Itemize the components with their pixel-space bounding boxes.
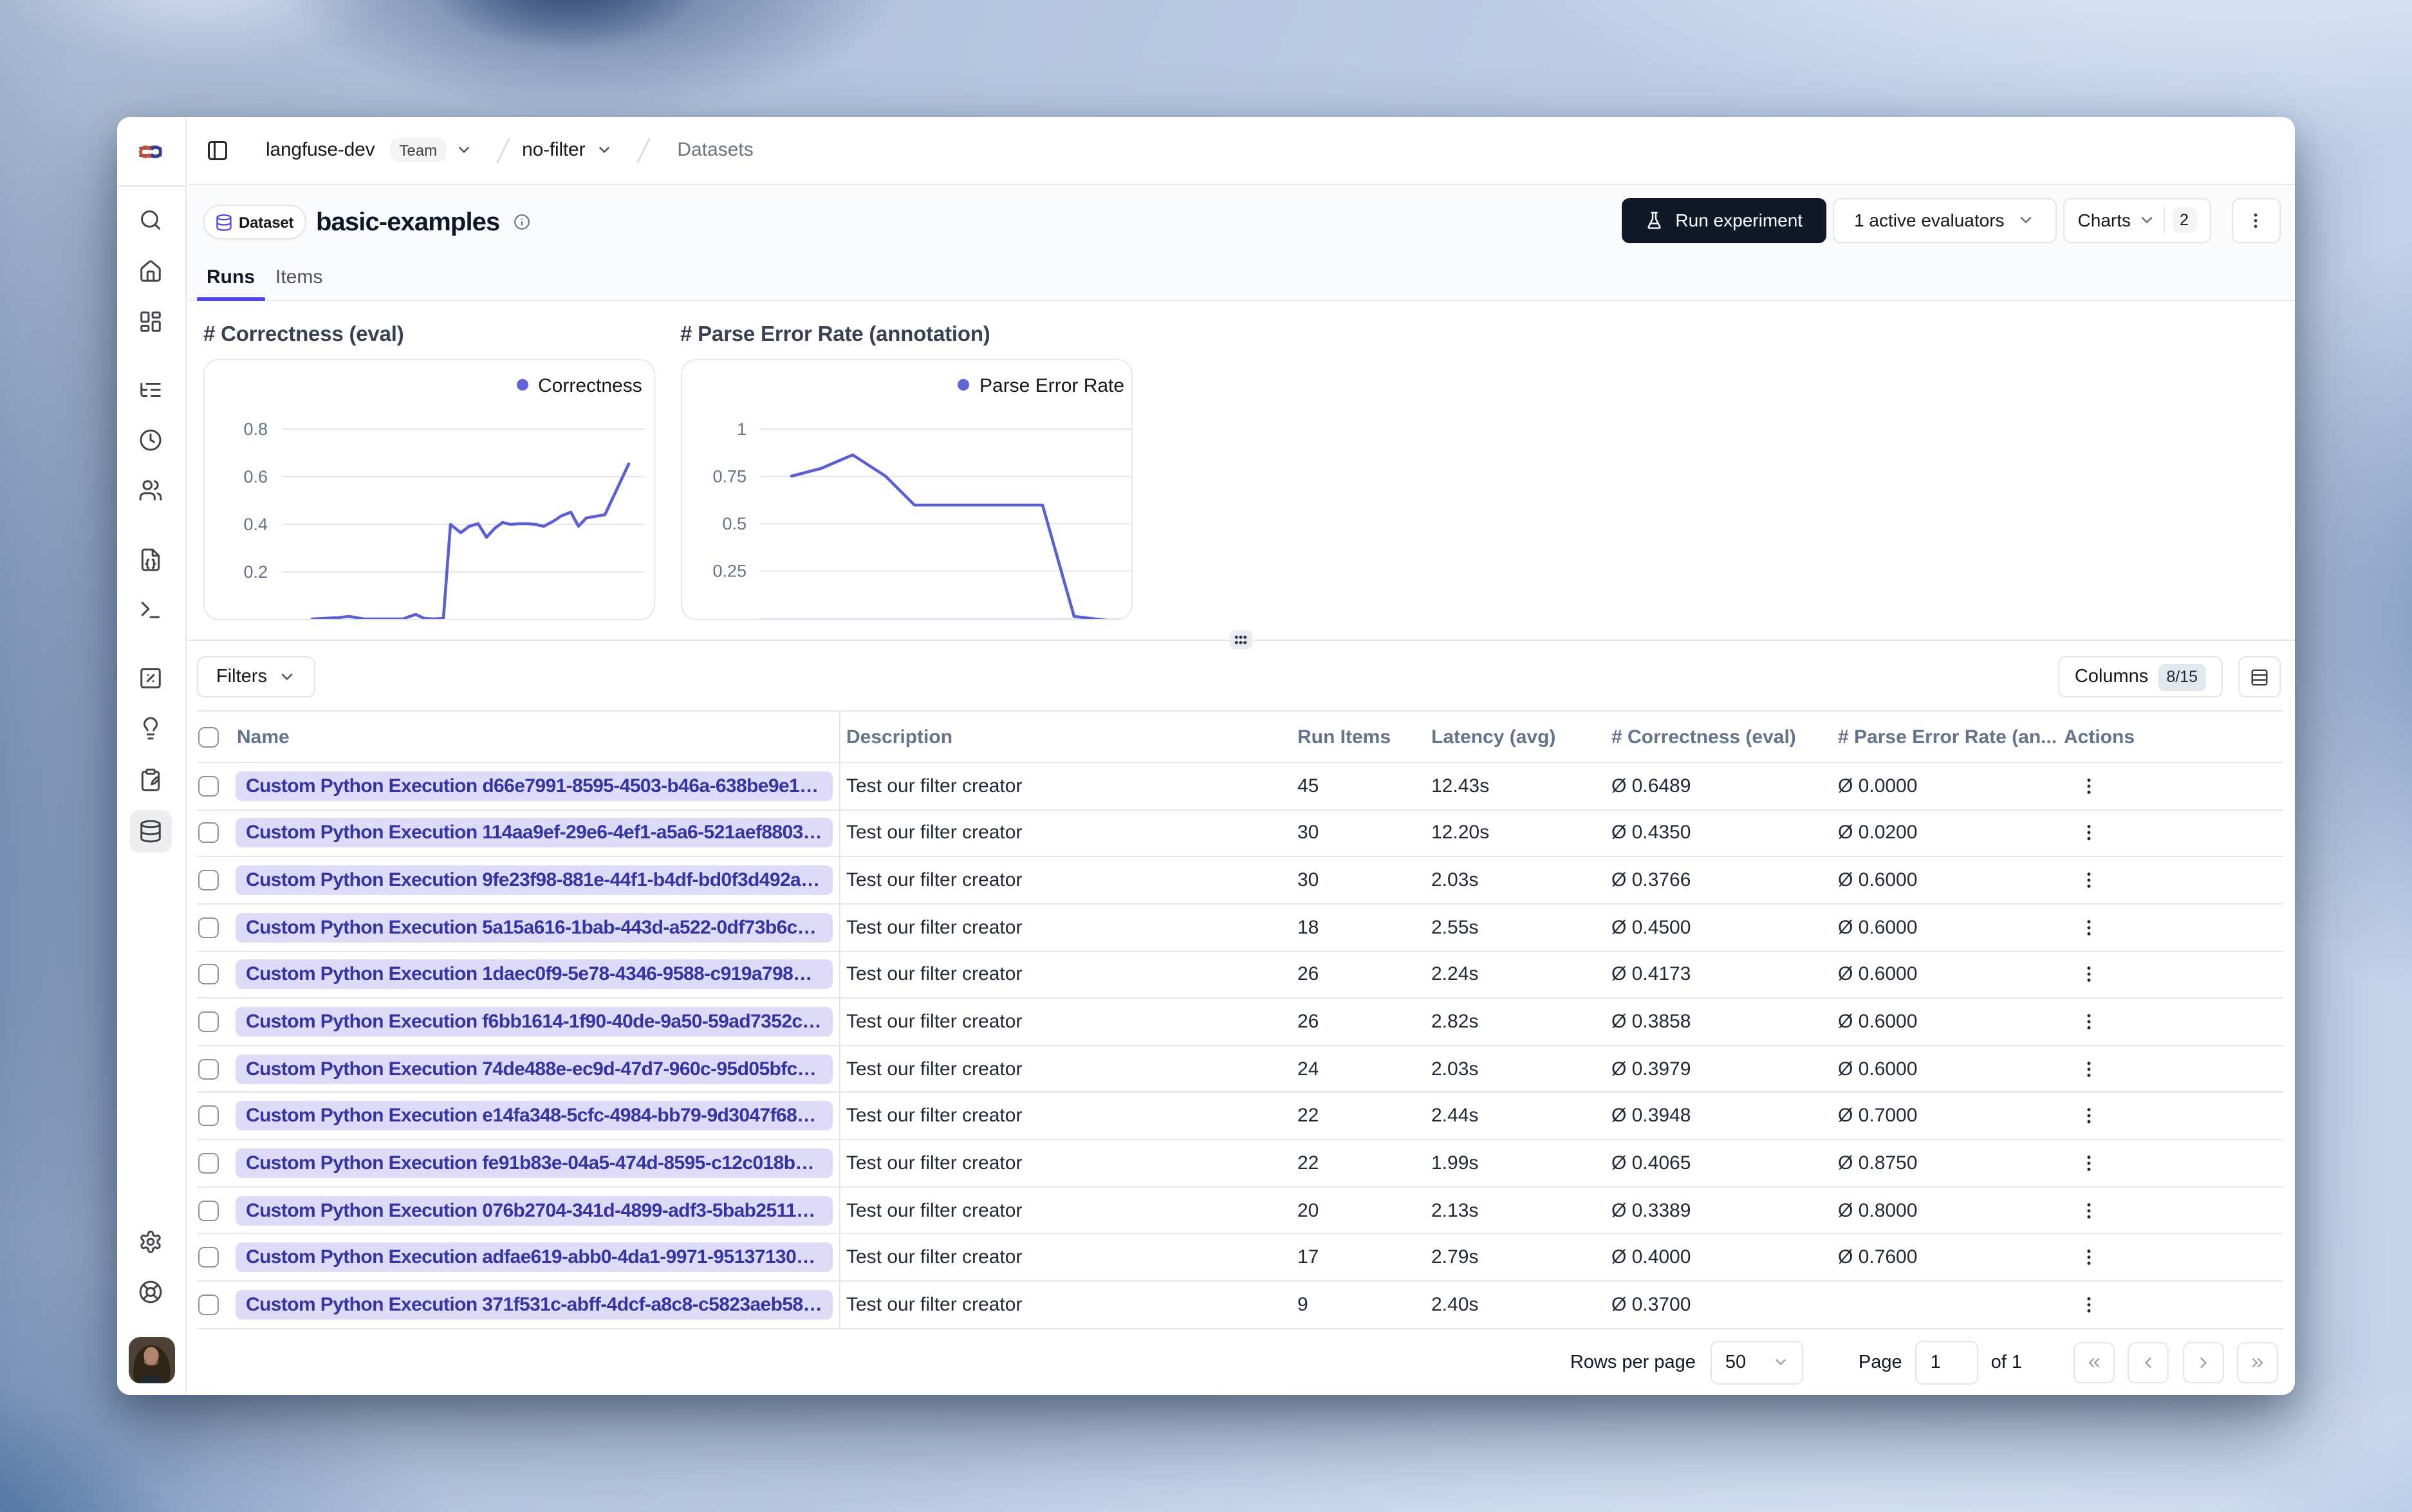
svg-text:Correctness: Correctness: [538, 375, 642, 396]
svg-text:1: 1: [736, 419, 746, 439]
svg-text:Parse Error Rate: Parse Error Rate: [979, 375, 1124, 396]
svg-text:0.75: 0.75: [712, 467, 746, 486]
svg-text:0.2: 0.2: [243, 562, 268, 582]
svg-text:0.8: 0.8: [243, 419, 268, 439]
svg-text:0.4: 0.4: [243, 515, 268, 534]
svg-text:0.6: 0.6: [243, 467, 268, 486]
svg-text:0.5: 0.5: [721, 514, 746, 533]
svg-text:0.25: 0.25: [712, 562, 746, 581]
